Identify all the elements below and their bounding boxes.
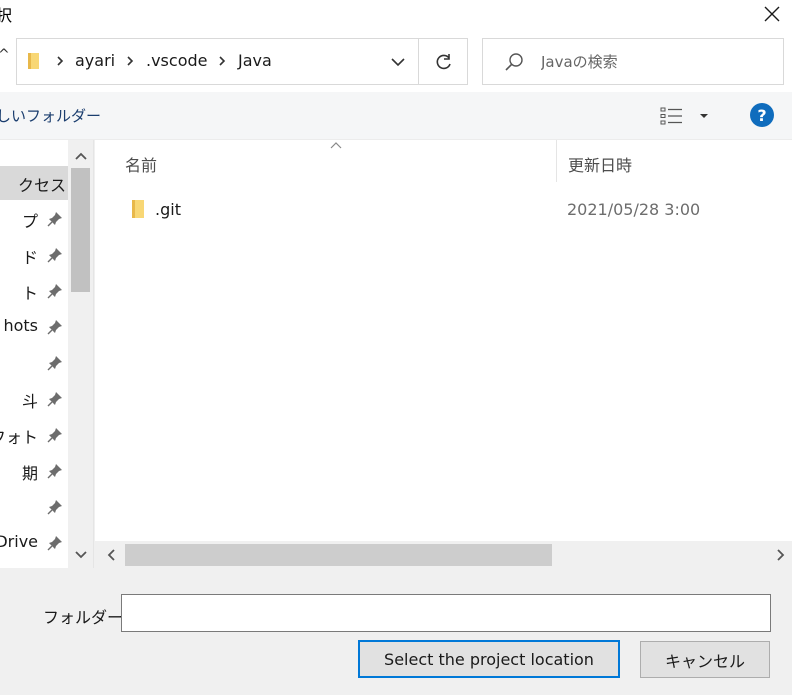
pin-icon — [47, 356, 62, 371]
nav-item-term[interactable]: 期 — [0, 454, 68, 488]
nav-item-label: hots — [3, 316, 38, 335]
file-list: 名前 更新日時 .git 2021/05/28 3:00 — [95, 140, 792, 568]
column-header-date-modified[interactable]: 更新日時 — [568, 152, 632, 176]
chevron-right-icon[interactable] — [55, 53, 65, 69]
chevron-right-icon[interactable] — [125, 53, 135, 69]
nav-item-documents[interactable]: ト — [0, 274, 68, 308]
chevron-right-icon — [777, 548, 785, 561]
search-box[interactable] — [482, 38, 784, 85]
pin-icon — [47, 212, 62, 227]
pin-icon — [47, 248, 62, 263]
address-bar[interactable]: ayari .vscode Java — [16, 38, 468, 85]
chevron-up-icon — [74, 152, 87, 160]
nav-item-label: クセス — [17, 176, 66, 195]
refresh-button[interactable] — [419, 39, 468, 84]
folder-icon — [28, 53, 39, 69]
pin-icon — [47, 428, 62, 443]
scrollbar-thumb[interactable] — [125, 544, 552, 566]
breadcrumb-item[interactable]: .vscode — [146, 51, 207, 70]
column-header-name[interactable]: 名前 — [125, 152, 157, 176]
nav-item-label: 期 — [21, 464, 38, 483]
nav-item-materials[interactable]: 斗 — [0, 382, 68, 416]
nav-scrollbar[interactable] — [68, 140, 93, 568]
scroll-down-button[interactable] — [68, 544, 93, 566]
nav-item-onedrive[interactable]: Drive — [0, 526, 68, 560]
chevron-down-icon — [74, 551, 87, 559]
up-button[interactable]: ^ — [0, 47, 10, 63]
select-location-button[interactable]: Select the project location — [358, 640, 620, 678]
nav-item-pinned[interactable] — [0, 490, 68, 524]
title-bar: 択 — [0, 0, 792, 30]
file-row[interactable]: .git 2021/05/28 3:00 — [115, 194, 775, 226]
close-button[interactable] — [752, 0, 792, 28]
file-date-modified: 2021/05/28 3:00 — [567, 200, 701, 219]
nav-item-label: Drive — [0, 532, 38, 551]
file-name: .git — [155, 200, 181, 219]
pin-icon — [47, 500, 62, 515]
nav-item-downloads[interactable]: ド — [0, 238, 68, 272]
nav-item-label: 斗 — [21, 392, 38, 411]
nav-item-screenshots[interactable]: hots — [0, 310, 68, 344]
chevron-left-icon — [107, 548, 115, 561]
window-title: 択 — [0, 6, 13, 25]
pin-icon — [47, 392, 62, 407]
nav-item-desktop[interactable]: プ — [0, 202, 68, 236]
view-options-button[interactable] — [660, 104, 712, 128]
search-input[interactable] — [541, 49, 771, 75]
details-view-icon — [660, 107, 682, 125]
navigation-pane: クセス プ ド ト hots 斗 フォト 期 Drive — [0, 140, 94, 568]
nav-item-label: ト — [21, 284, 38, 303]
nav-item-label: ド — [21, 248, 38, 267]
pin-icon — [47, 284, 62, 299]
pin-icon — [47, 320, 62, 335]
scroll-right-button[interactable] — [771, 543, 791, 566]
scrollbar-thumb[interactable] — [71, 168, 90, 292]
nav-item-label: プ — [21, 212, 38, 231]
pin-icon — [47, 536, 62, 551]
chevron-right-icon[interactable] — [217, 53, 227, 69]
refresh-icon — [436, 53, 451, 69]
folder-icon — [132, 200, 144, 218]
column-divider[interactable] — [556, 140, 557, 182]
nav-item-label: フォト — [0, 428, 38, 447]
toolbar: しいフォルダー ? — [0, 92, 792, 140]
horizontal-scrollbar[interactable] — [95, 541, 792, 568]
sort-ascending-icon — [330, 142, 342, 149]
scroll-up-button[interactable] — [68, 146, 93, 166]
breadcrumb-item[interactable]: Java — [238, 51, 272, 70]
pin-icon — [47, 464, 62, 479]
breadcrumb-item[interactable]: ayari — [75, 51, 115, 70]
nav-item-photos[interactable]: フォト — [0, 418, 68, 452]
help-button[interactable]: ? — [750, 103, 774, 127]
folder-input[interactable] — [121, 594, 771, 632]
new-folder-button[interactable]: しいフォルダー — [0, 105, 101, 126]
caret-down-icon — [700, 114, 708, 118]
search-icon — [505, 53, 523, 71]
nav-item-pinned[interactable] — [0, 346, 68, 380]
close-icon — [764, 6, 780, 22]
address-dropdown-button[interactable] — [380, 39, 416, 84]
folder-label: フォルダー: — [43, 608, 129, 627]
cancel-button[interactable]: キャンセル — [640, 641, 770, 678]
chevron-down-icon — [391, 57, 405, 66]
scroll-left-button[interactable] — [101, 543, 121, 566]
nav-item-quick-access[interactable]: クセス — [0, 166, 68, 200]
